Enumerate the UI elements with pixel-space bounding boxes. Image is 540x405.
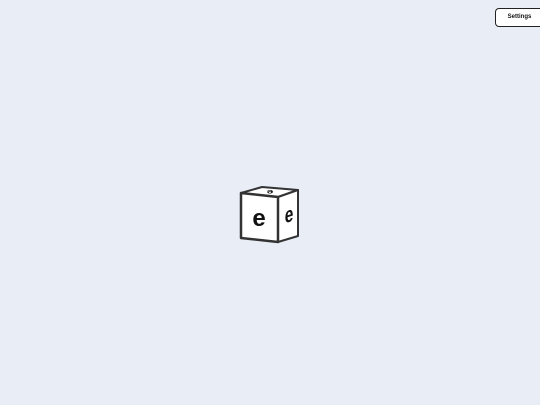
letter-cube[interactable]: e e e <box>236 182 304 246</box>
settings-button[interactable]: Settings <box>495 8 540 27</box>
cube-right-letter: e <box>285 202 294 229</box>
canvas-area: Settings e e e <box>0 0 540 405</box>
cube-top-letter: e <box>266 188 273 195</box>
cube-front-letter: e <box>252 205 265 232</box>
